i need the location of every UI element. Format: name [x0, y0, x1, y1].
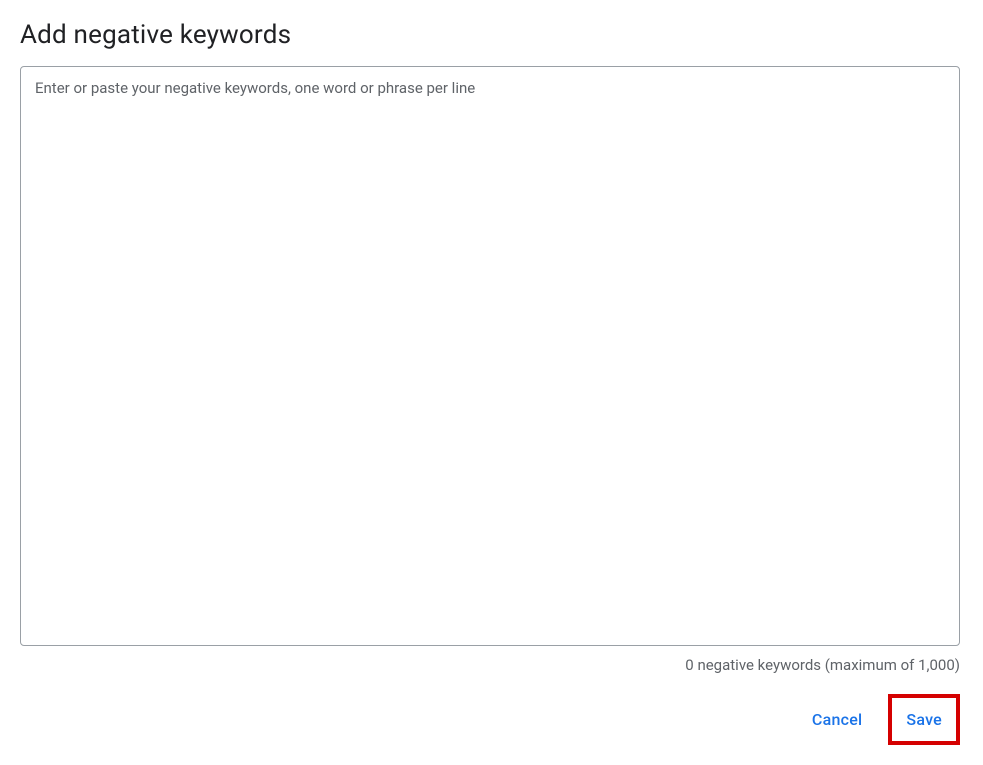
cancel-button[interactable]: Cancel [798, 694, 876, 745]
keywords-textarea-container[interactable] [20, 66, 960, 646]
dialog-actions: Cancel Save [20, 694, 960, 745]
keyword-count-status: 0 negative keywords (maximum of 1,000) [20, 656, 960, 674]
page-title: Add negative keywords [20, 20, 963, 50]
keywords-input[interactable] [35, 79, 945, 633]
save-button[interactable]: Save [892, 700, 956, 739]
save-button-highlight: Save [888, 694, 960, 745]
